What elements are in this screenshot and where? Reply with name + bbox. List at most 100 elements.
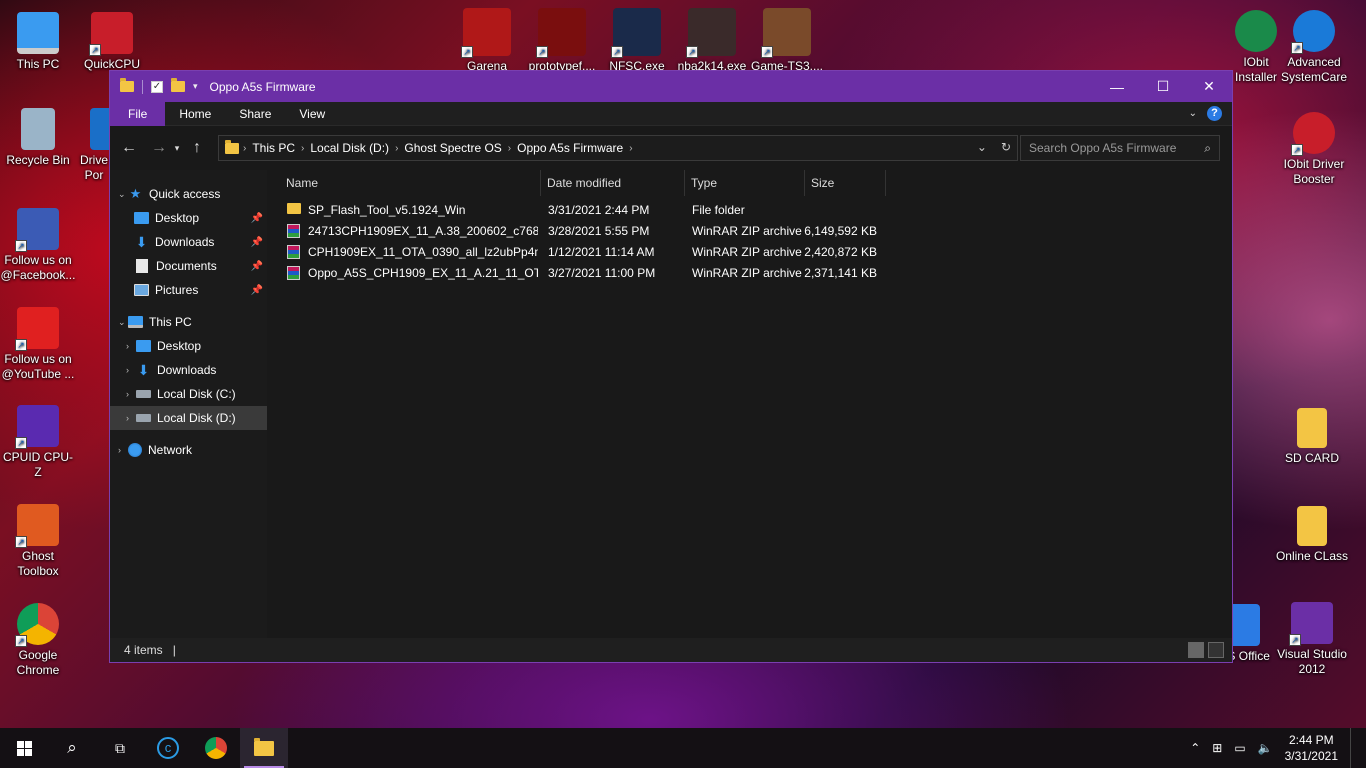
desktop-icon-iobit-installer[interactable]: IObit Installer: [1234, 10, 1278, 85]
address-bar[interactable]: › This PC › Local Disk (D:) › Ghost Spec…: [218, 135, 1018, 161]
desktop-icon-driver-booster[interactable]: ↗ IObit Driver Booster: [1276, 112, 1352, 187]
table-row[interactable]: Oppo_A5S_CPH1909_EX_11_A.21_11_OTA... 3/…: [267, 263, 887, 284]
search-icon[interactable]: ⌕: [1204, 141, 1211, 156]
close-button[interactable]: ✕: [1186, 71, 1232, 102]
chevron-right-icon[interactable]: ›: [395, 143, 398, 154]
nav-pc-local-disk-c[interactable]: › Local Disk (C:): [110, 382, 267, 406]
nav-pc-local-disk-d[interactable]: › Local Disk (D:): [110, 406, 267, 430]
column-header-size[interactable]: Size: [805, 170, 886, 196]
nav-network[interactable]: › Network: [110, 438, 267, 462]
chevron-right-icon[interactable]: ›: [629, 143, 632, 154]
taskbar-chrome[interactable]: [192, 728, 240, 768]
chevron-right-icon[interactable]: ›: [508, 143, 511, 154]
nav-quick-access[interactable]: ⌄ ★ Quick access: [110, 182, 267, 206]
help-icon[interactable]: ?: [1207, 106, 1222, 121]
table-row[interactable]: CPH1909EX_11_OTA_0390_all_lz2ubPp4m... 1…: [267, 242, 887, 263]
forward-arrow-icon[interactable]: →: [148, 139, 170, 157]
back-arrow-icon[interactable]: ←: [118, 139, 140, 157]
chevron-right-icon[interactable]: ›: [301, 143, 304, 154]
clock[interactable]: 2:44 PM 3/31/2021: [1285, 732, 1338, 764]
expand-ribbon-icon[interactable]: ⌄: [1189, 108, 1197, 119]
desktop-icon-ghost-toolbox[interactable]: ↗ Ghost Toolbox: [0, 504, 76, 579]
nav-qa-documents[interactable]: Documents 📌: [110, 254, 267, 278]
table-row[interactable]: SP_Flash_Tool_v5.1924_Win 3/31/2021 2:44…: [267, 200, 887, 221]
nav-qa-pictures[interactable]: Pictures 📌: [110, 278, 267, 302]
desktop-icon-nba2k14[interactable]: ↗ nba2k14.exe: [674, 8, 750, 74]
tab-share[interactable]: Share: [225, 102, 285, 126]
chevron-right-icon[interactable]: ›: [126, 413, 136, 423]
refresh-icon[interactable]: ↻: [1001, 140, 1011, 154]
chevron-right-icon[interactable]: ›: [126, 389, 136, 399]
breadcrumb-oppo-firmware[interactable]: Oppo A5s Firmware: [517, 141, 623, 155]
start-button[interactable]: [0, 728, 48, 768]
desktop-icon-recycle-bin[interactable]: Recycle Bin: [0, 108, 76, 168]
tab-file[interactable]: File: [110, 101, 166, 126]
nav-this-pc[interactable]: ⌄ This PC: [110, 310, 267, 334]
show-desktop-button[interactable]: [1350, 728, 1356, 768]
new-folder-icon[interactable]: [171, 78, 185, 92]
table-row[interactable]: 24713CPH1909EX_11_A.38_200602_c7688... 3…: [267, 221, 887, 242]
desktop-icon-visual-studio[interactable]: ↗ Visual Studio 2012: [1274, 602, 1350, 677]
desktop-icon-quickcpu[interactable]: ↗ QuickCPU: [74, 12, 150, 72]
navigation-pane[interactable]: ⌄ ★ Quick access Desktop 📌 ⬇ Downloads 📌…: [110, 170, 267, 638]
search-box[interactable]: Search Oppo A5s Firmware ⌕: [1020, 135, 1220, 161]
desktop-icon-chrome[interactable]: ↗ Google Chrome: [0, 603, 76, 678]
minimize-button[interactable]: —: [1094, 71, 1140, 102]
recent-locations-icon[interactable]: ▾: [170, 143, 184, 154]
chevron-down-icon[interactable]: ⌄: [118, 317, 128, 328]
column-header-type[interactable]: Type: [685, 170, 805, 196]
desktop-icon-sd-card[interactable]: SD CARD: [1274, 408, 1350, 466]
chevron-down-icon[interactable]: ⌄: [118, 189, 128, 200]
title-bar[interactable]: ✓ ▾ Oppo A5s Firmware — ☐ ✕: [110, 71, 1232, 102]
tab-home[interactable]: Home: [165, 102, 225, 126]
desktop-icon-this-pc[interactable]: This PC: [0, 12, 76, 72]
nav-qa-downloads[interactable]: ⬇ Downloads 📌: [110, 230, 267, 254]
large-icons-view-icon[interactable]: [1208, 642, 1224, 658]
chevron-right-icon[interactable]: ›: [118, 445, 128, 455]
desktop-icon-prototype[interactable]: ↗ prototypef....: [524, 8, 600, 74]
properties-icon[interactable]: ✓: [151, 80, 163, 93]
up-arrow-icon[interactable]: ↑: [186, 139, 208, 157]
volume-icon[interactable]: 🔈: [1258, 741, 1273, 755]
breadcrumb-ghost-spectre[interactable]: Ghost Spectre OS: [404, 141, 501, 155]
details-view-icon[interactable]: [1188, 642, 1204, 658]
pin-icon[interactable]: 📌: [251, 285, 263, 296]
nav-qa-desktop[interactable]: Desktop 📌: [110, 206, 267, 230]
desktop-icon-online-class[interactable]: Online CLass: [1274, 506, 1350, 564]
network-icon[interactable]: ▭: [1234, 741, 1245, 755]
pin-icon[interactable]: 📌: [251, 213, 263, 224]
desktop-icon-game-ts3[interactable]: ↗ Game-TS3....: [749, 8, 825, 74]
chevron-down-icon[interactable]: ▾: [193, 81, 198, 92]
chevron-down-icon[interactable]: ⌄: [977, 140, 987, 154]
task-view-button[interactable]: ⧉: [96, 728, 144, 768]
file-explorer-window[interactable]: ✓ ▾ Oppo A5s Firmware — ☐ ✕ File Home Sh…: [109, 70, 1233, 663]
desktop-icon-youtube[interactable]: ↗ Follow us on @YouTube ...: [0, 307, 76, 382]
tab-view[interactable]: View: [285, 102, 339, 126]
desktop-icon-advanced-systemcare[interactable]: ↗ Advanced SystemCare: [1276, 10, 1352, 85]
taskbar-file-explorer[interactable]: [240, 728, 288, 768]
desktop-icon-garena[interactable]: ↗ Garena: [449, 8, 525, 74]
nav-pc-desktop[interactable]: › Desktop: [110, 334, 267, 358]
desktop-icon-nfsc[interactable]: ↗ NFSC.exe: [599, 8, 675, 74]
maximize-button[interactable]: ☐: [1140, 71, 1186, 102]
breadcrumb-this-pc[interactable]: This PC: [252, 141, 295, 155]
search-input[interactable]: Search Oppo A5s Firmware: [1029, 141, 1176, 155]
search-button[interactable]: ⌕: [48, 728, 96, 768]
breadcrumb-local-disk-d[interactable]: Local Disk (D:): [310, 141, 389, 155]
nav-label: Local Disk (D:): [157, 411, 236, 425]
column-header-date-modified[interactable]: Date modified: [541, 170, 685, 196]
desktop-icon-cpuz[interactable]: ↗ CPUID CPU-Z: [0, 405, 76, 480]
taskbar-advanced-systemcare[interactable]: c: [144, 728, 192, 768]
desktop-icon-facebook[interactable]: ↗ Follow us on @Facebook...: [0, 208, 76, 283]
action-center-icon[interactable]: ⊞: [1212, 741, 1222, 755]
column-header-name[interactable]: Name: [280, 170, 541, 196]
pin-icon[interactable]: 📌: [251, 237, 263, 248]
chevron-right-icon[interactable]: ›: [126, 341, 136, 351]
file-list[interactable]: Name Date modified Type Size SP_Flash_To…: [267, 170, 1232, 638]
chevron-right-icon[interactable]: ›: [243, 143, 246, 154]
nav-pc-downloads[interactable]: › ⬇ Downloads: [110, 358, 267, 382]
pin-icon[interactable]: 📌: [251, 261, 263, 272]
desktop-icon-driver[interactable]: Drive Por: [74, 108, 114, 183]
chevron-up-icon[interactable]: ⌃: [1190, 741, 1200, 755]
chevron-right-icon[interactable]: ›: [126, 365, 136, 375]
